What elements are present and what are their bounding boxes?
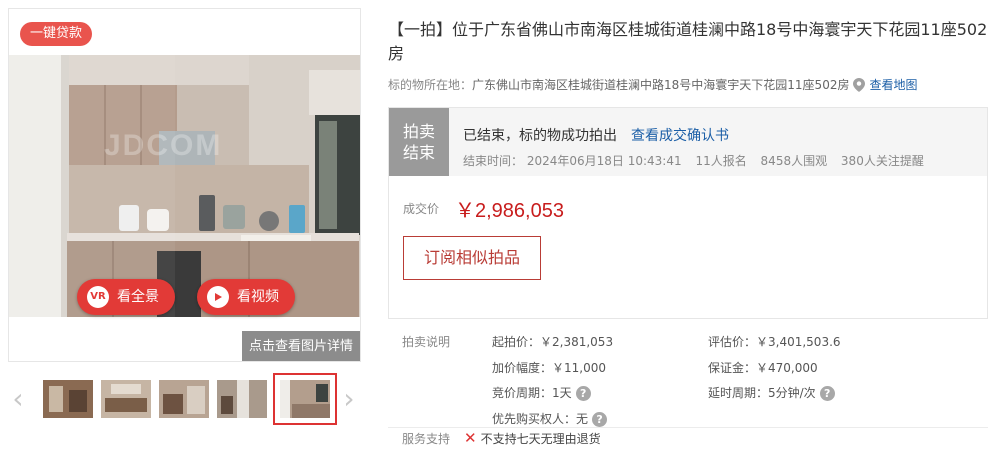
thumbnail-5-active[interactable]	[273, 373, 337, 425]
thumbnail-4[interactable]	[217, 380, 267, 418]
bid-period-help-icon[interactable]: ?	[575, 386, 591, 401]
video-view-label: 看视频	[237, 289, 279, 305]
thumbnail-strip: ‹ ›	[8, 372, 361, 426]
image-detail-link[interactable]: 点击查看图片详情	[242, 331, 360, 361]
play-icon	[207, 286, 229, 308]
delay-period: 延时周期：5分钟/次	[708, 386, 816, 400]
thumbnail-3[interactable]	[159, 380, 209, 418]
thumbnail-2[interactable]	[101, 380, 151, 418]
close-x-icon: ✕	[464, 429, 477, 447]
video-view-button[interactable]: 看视频	[197, 279, 295, 315]
bid-period-row: 竞价周期：1天?	[492, 384, 591, 401]
view-map-link[interactable]: 查看地图	[869, 76, 917, 93]
deposit: 保证金：￥470,000	[708, 361, 818, 375]
listing-title: 【一拍】位于广东省佛山市南海区桂城街道桂澜中路18号中海寰宇天下花园11座502…	[388, 20, 988, 63]
section-divider	[388, 427, 988, 428]
auction-status-box: 拍卖 结束 已结束，标的物成功拍出 查看成交确认书 结束时间： 2024年06月1…	[388, 107, 988, 319]
no-return-policy: 不支持七天无理由退货	[480, 432, 601, 446]
jd-watermark: JDCOM	[104, 129, 223, 162]
map-pin-icon	[853, 77, 866, 92]
view-confirmation-link[interactable]: 查看成交确认书	[631, 128, 729, 144]
end-time: 结束时间： 2024年06月18日 10:43:41	[463, 154, 682, 168]
location-label: 标的物所在地：	[388, 78, 473, 92]
thumbnail-1[interactable]	[43, 380, 93, 418]
vr-icon: VR	[87, 286, 109, 308]
thumb-next-arrow-icon[interactable]: ›	[339, 384, 359, 414]
start-price: 起拍价：￥2,381,053	[492, 335, 614, 349]
status-text: 已结束，标的物成功拍出	[463, 128, 617, 144]
main-photo[interactable]	[9, 55, 360, 317]
bid-increment: 加价幅度：￥11,000	[492, 361, 606, 375]
specs-section-label: 拍卖说明	[402, 335, 451, 349]
listing-location: 标的物所在地： 广东佛山市南海区桂城街道桂澜中路18号中海寰宇天下花园11座50…	[388, 76, 917, 93]
panorama-view-label: 看全景	[117, 289, 159, 305]
status-bar: 拍卖 结束 已结束，标的物成功拍出 查看成交确认书 结束时间： 2024年06月1…	[389, 108, 987, 176]
status-tag-line1: 拍卖	[402, 122, 435, 141]
auction-info: 【一拍】位于广东省佛山市南海区桂城街道桂澜中路18号中海寰宇天下花园11座502…	[370, 8, 990, 457]
status-meta: 结束时间： 2024年06月18日 10:43:41 11人报名 8458人围观…	[463, 152, 934, 169]
signup-count: 11人报名	[695, 154, 747, 168]
image-gallery: 一键贷款 JDCOM VR 看全景 看视频 点击查看图片详情	[8, 8, 361, 362]
subscribe-similar-button[interactable]: 订阅相似拍品	[403, 236, 541, 280]
service-item: ✕ 不支持七天无理由退货	[464, 430, 601, 447]
status-tag-line2: 结束	[402, 143, 435, 162]
priority-buyer: 优先购买权人：无	[492, 412, 589, 426]
bid-period: 竞价周期：1天	[492, 386, 572, 400]
view-count: 8458人围观	[760, 154, 828, 168]
thumb-prev-arrow-icon[interactable]: ‹	[8, 384, 28, 414]
status-message: 已结束，标的物成功拍出 查看成交确认书	[463, 125, 729, 145]
delay-period-help-icon[interactable]: ?	[819, 386, 835, 401]
deal-price-value: ￥2,986,053	[455, 200, 564, 222]
priority-buyer-help-icon[interactable]: ?	[592, 412, 608, 427]
priority-buyer-row: 优先购买权人：无?	[492, 410, 608, 427]
location-address: 广东佛山市南海区桂城街道桂澜中路18号中海寰宇天下花园11座502房	[472, 78, 850, 92]
auction-ended-tag: 拍卖 结束	[389, 108, 449, 176]
delay-period-row: 延时周期：5分钟/次?	[708, 384, 835, 401]
panorama-view-button[interactable]: VR 看全景	[77, 279, 175, 315]
appraisal-price: 评估价：￥3,401,503.6	[708, 335, 841, 349]
service-label: 服务支持	[402, 432, 451, 446]
one-click-loan-badge[interactable]: 一键贷款	[20, 22, 93, 46]
deal-price-label: 成交价	[403, 202, 440, 216]
reminder-count: 380人关注提醒	[840, 154, 924, 168]
